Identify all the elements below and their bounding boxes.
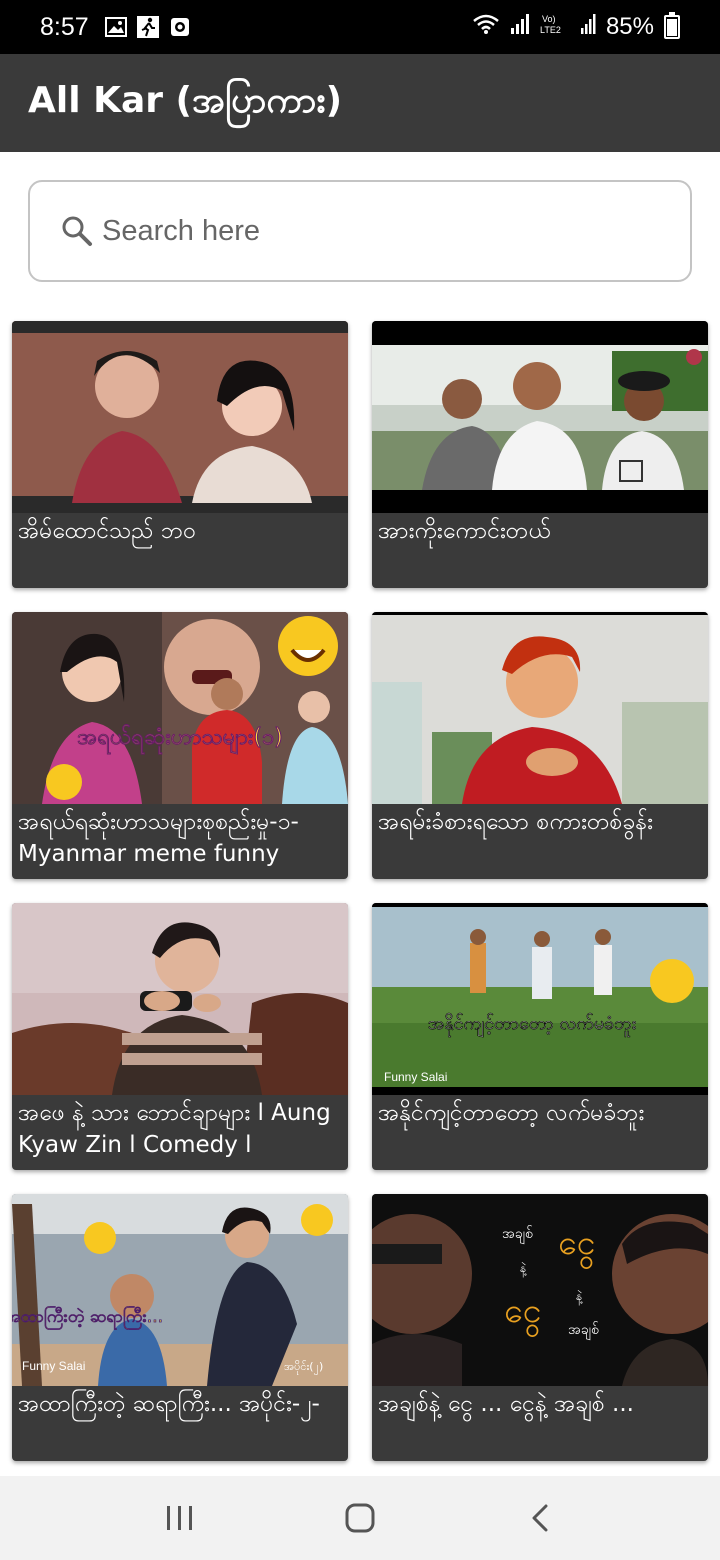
video-card[interactable]: အနိုင်ကျင့်တာတော့ လက်မခံဘူး Funny Salai … — [372, 903, 708, 1170]
back-icon[interactable] — [510, 1488, 570, 1548]
video-card[interactable]: အိမ်ထောင်သည် ဘဝ — [12, 321, 348, 588]
video-card[interactable]: အရယ်ရဆုံးဟာသများ(၁) အရယ်ရဆုံးဟာသများစုစည… — [12, 612, 348, 879]
video-grid: အိမ်ထောင်သည် ဘဝ အားကိုးကောင်းတယ် အရယ်ရဆု… — [12, 321, 708, 1461]
video-title: အဖေ နဲ့ သား ဘောင်ချာများ l Aung Kyaw Zin… — [18, 1100, 331, 1158]
video-card[interactable]: အချစ် ငွေ နဲ့ ငွေ နဲ့ အချစ် အချစ်နဲ့ ငွေ… — [372, 1194, 708, 1461]
video-title: အိမ်ထောင်သည် ဘဝ — [18, 518, 197, 544]
video-card[interactable]: အရမ်းခံစားရသော စကားတစ်ခွန်း — [372, 612, 708, 879]
app-bar: All Kar (အပြာကား) — [0, 54, 720, 152]
app-title: All Kar (အပြာကား) — [28, 80, 343, 121]
status-bar: 8:57 Vo) LTE2 85% — [0, 0, 720, 54]
video-thumbnail: အထာကြီးတဲ့ ဆရာကြီး... Funny Salai အပိုင်… — [12, 1194, 348, 1386]
search-box[interactable] — [28, 180, 692, 282]
video-thumbnail: အရယ်ရဆုံးဟာသများ(၁) — [12, 612, 348, 804]
signal-icon — [510, 13, 530, 42]
status-right: Vo) LTE2 85% — [472, 12, 680, 43]
svg-text:အချစ်: အချစ် — [568, 1322, 599, 1340]
running-app-icon — [136, 16, 159, 38]
home-icon[interactable] — [330, 1488, 390, 1548]
thumbnail-watermark: Funny Salai — [22, 1359, 85, 1373]
signal-2-icon — [580, 13, 596, 42]
video-thumbnail: အချစ် ငွေ နဲ့ ငွေ နဲ့ အချစ် — [372, 1194, 708, 1386]
svg-text:ငွေ: ငွေ — [558, 1223, 595, 1269]
video-card[interactable]: အထာကြီးတဲ့ ဆရာကြီး... Funny Salai အပိုင်… — [12, 1194, 348, 1461]
gallery-icon — [104, 16, 127, 38]
video-thumbnail — [372, 612, 708, 804]
video-title: အရမ်းခံစားရသော စကားတစ်ခွန်း — [378, 809, 654, 835]
system-nav-bar — [0, 1476, 720, 1560]
thumbnail-overlay-text: အထာကြီးတဲ့ ဆရာကြီး... — [12, 1305, 163, 1330]
search-input[interactable] — [100, 213, 644, 249]
video-thumbnail: အနိုင်ကျင့်တာတော့ လက်မခံဘူး Funny Salai — [372, 903, 708, 1095]
video-card[interactable]: အားကိုးကောင်းတယ် — [372, 321, 708, 588]
volte-icon: Vo) LTE2 — [540, 12, 570, 43]
wifi-icon — [472, 13, 500, 42]
video-thumbnail — [12, 903, 348, 1095]
recents-icon[interactable] — [150, 1488, 210, 1548]
search-icon — [60, 214, 94, 248]
video-card[interactable]: အဖေ နဲ့ သား ဘောင်ချာများ l Aung Kyaw Zin… — [12, 903, 348, 1170]
thumbnail-overlay-text: အရယ်ရဆုံးဟာသများ(၁) — [77, 724, 283, 754]
video-title: အထာကြီးတဲ့ ဆရာကြီး... အပိုင်း-၂- — [18, 1391, 320, 1417]
svg-text:Vo): Vo) — [542, 14, 556, 24]
status-time: 8:57 — [40, 12, 89, 41]
battery-icon — [664, 12, 680, 39]
thumbnail-episode-tag: အပိုင်း(၂) — [284, 1360, 323, 1375]
battery-percent: 85% — [605, 13, 654, 40]
svg-text:ငွေ: ငွေ — [504, 1291, 541, 1337]
thumbnail-watermark: Funny Salai — [384, 1070, 447, 1084]
video-title: အရယ်ရဆုံးဟာသများစုစည်းမှု-၁- Myanmar mem… — [18, 809, 299, 867]
svg-text:LTE2: LTE2 — [540, 25, 561, 35]
video-title: အားကိုးကောင်းတယ် — [378, 518, 551, 544]
video-title: အချစ်နဲ့ ငွေ ... ငွေနဲ့ အချစ် ... — [378, 1391, 634, 1417]
video-title: အနိုင်ကျင့်တာတော့ လက်မခံဘူး — [378, 1100, 645, 1126]
record-icon — [169, 16, 191, 38]
video-thumbnail — [12, 321, 348, 513]
video-thumbnail — [372, 321, 708, 513]
thumbnail-overlay-text: အနိုင်ကျင့်တာတော့ လက်မခံဘူး — [428, 1013, 636, 1037]
svg-text:အချစ်: အချစ် — [502, 1226, 533, 1244]
